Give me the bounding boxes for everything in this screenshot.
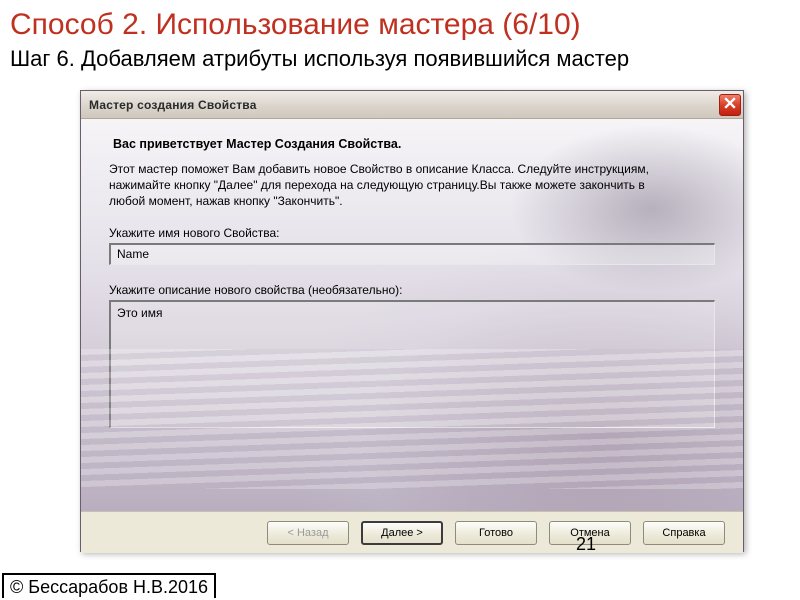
desc-label: Укажите описание нового свойства (необяз… (109, 283, 715, 297)
slide-title: Способ 2. Использование мастера (6/10) (0, 0, 800, 46)
property-name-input[interactable] (109, 243, 715, 265)
next-button[interactable]: Далее > (361, 521, 443, 545)
titlebar: Мастер создания Свойства (81, 91, 743, 119)
copyright: © Бессарабов Н.В.2016 (2, 573, 216, 598)
dialog-title: Мастер создания Свойства (89, 98, 257, 112)
finish-button[interactable]: Готово (455, 521, 537, 545)
name-label: Укажите имя нового Свойства: (109, 226, 715, 240)
wizard-welcome: Вас приветствует Мастер Создания Свойств… (109, 137, 715, 151)
help-button[interactable]: Справка (643, 521, 725, 545)
wizard-intro: Этот мастер поможет Вам добавить новое С… (109, 161, 669, 210)
back-button[interactable]: < Назад (267, 521, 349, 545)
slide-step: Шаг 6. Добавляем атрибуты используя появ… (0, 46, 800, 80)
close-icon (724, 96, 736, 114)
dialog-button-row: < Назад Далее > Готово Отмена Справка (81, 511, 743, 553)
close-button[interactable] (719, 94, 741, 116)
wizard-dialog: Мастер создания Свойства Вас приветствуе… (80, 90, 744, 552)
dialog-body: Вас приветствует Мастер Создания Свойств… (81, 119, 743, 511)
page-number: 21 (576, 534, 596, 555)
property-desc-textarea[interactable] (109, 300, 715, 428)
